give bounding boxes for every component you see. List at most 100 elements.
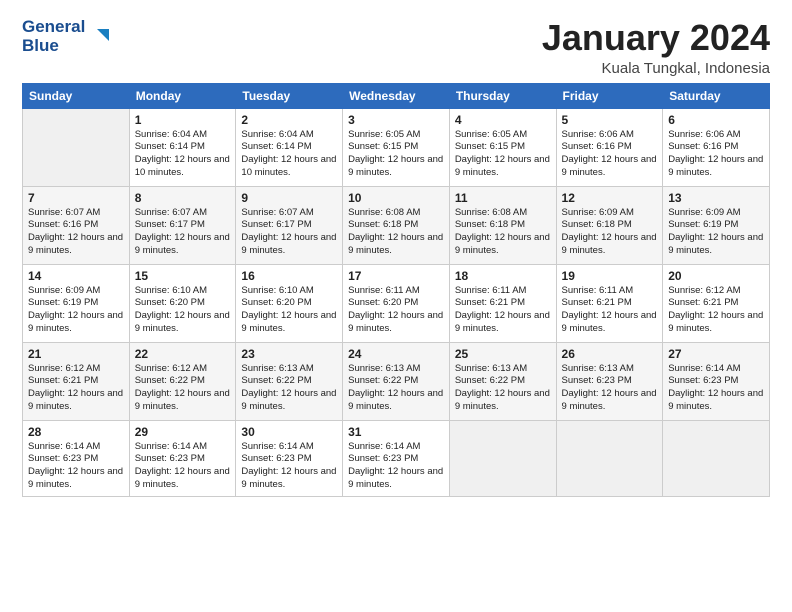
day-header-tuesday: Tuesday: [236, 83, 343, 108]
day-cell: 30 Sunrise: 6:14 AMSunset: 6:23 PMDayligh…: [236, 420, 343, 496]
day-cell: 31 Sunrise: 6:14 AMSunset: 6:23 PMDayligh…: [343, 420, 450, 496]
day-cell: 1 Sunrise: 6:04 AMSunset: 6:14 PMDaylight…: [129, 108, 236, 186]
day-cell: 26 Sunrise: 6:13 AMSunset: 6:23 PMDayligh…: [556, 342, 663, 420]
day-info: Sunrise: 6:04 AMSunset: 6:14 PMDaylight:…: [241, 129, 337, 180]
day-cell: 4 Sunrise: 6:05 AMSunset: 6:15 PMDaylight…: [449, 108, 556, 186]
day-cell: 22Sunrise: 6:12 AMSunset: 6:22 PMDayligh…: [129, 342, 236, 420]
day-info: Sunrise: 6:09 AMSunset: 6:19 PMDaylight:…: [28, 285, 124, 336]
day-info: Sunrise: 6:14 AMSunset: 6:23 PMDaylight:…: [135, 441, 231, 492]
day-number: 18: [455, 269, 551, 283]
page: General Blue January 2024 Kuala Tungkal,…: [0, 0, 792, 507]
day-info: Sunrise: 6:10 AMSunset: 6:20 PMDaylight:…: [241, 285, 337, 336]
day-cell: 19 Sunrise: 6:11 AMSunset: 6:21 PMDayligh…: [556, 264, 663, 342]
day-cell: 17 Sunrise: 6:11 AMSunset: 6:20 PMDayligh…: [343, 264, 450, 342]
day-number: 19: [562, 269, 658, 283]
day-number: 6: [668, 113, 764, 127]
day-header-wednesday: Wednesday: [343, 83, 450, 108]
day-info: Sunrise: 6:05 AMSunset: 6:15 PMDaylight:…: [455, 129, 551, 180]
day-number: 20: [668, 269, 764, 283]
day-cell: [663, 420, 770, 496]
day-number: 8: [135, 191, 231, 205]
day-info: Sunrise: 6:11 AMSunset: 6:21 PMDaylight:…: [562, 285, 658, 336]
day-cell: 25 Sunrise: 6:13 AMSunset: 6:22 PMDayligh…: [449, 342, 556, 420]
day-cell: 28Sunrise: 6:14 AMSunset: 6:23 PMDayligh…: [23, 420, 130, 496]
day-info: Sunrise: 6:11 AMSunset: 6:21 PMDaylight:…: [455, 285, 551, 336]
day-header-friday: Friday: [556, 83, 663, 108]
day-number: 16: [241, 269, 337, 283]
day-info: Sunrise: 6:04 AMSunset: 6:14 PMDaylight:…: [135, 129, 231, 180]
day-cell: 2 Sunrise: 6:04 AMSunset: 6:14 PMDaylight…: [236, 108, 343, 186]
day-info: Sunrise: 6:07 AMSunset: 6:17 PMDaylight:…: [135, 207, 231, 258]
day-number: 1: [135, 113, 231, 127]
day-number: 4: [455, 113, 551, 127]
day-info: Sunrise: 6:06 AMSunset: 6:16 PMDaylight:…: [668, 129, 764, 180]
day-info: Sunrise: 6:14 AMSunset: 6:23 PMDaylight:…: [348, 441, 444, 492]
day-cell: 6 Sunrise: 6:06 AMSunset: 6:16 PMDaylight…: [663, 108, 770, 186]
day-cell: 20 Sunrise: 6:12 AMSunset: 6:21 PMDayligh…: [663, 264, 770, 342]
header: General Blue January 2024 Kuala Tungkal,…: [22, 18, 770, 77]
day-number: 5: [562, 113, 658, 127]
day-number: 15: [135, 269, 231, 283]
day-number: 13: [668, 191, 764, 205]
day-number: 25: [455, 347, 551, 361]
day-info: Sunrise: 6:12 AMSunset: 6:21 PMDaylight:…: [28, 363, 124, 414]
day-info: Sunrise: 6:14 AMSunset: 6:23 PMDaylight:…: [668, 363, 764, 414]
week-row-5: 28 Sunrise: 6:14 AMSunset: 6:23 PMDayligh…: [23, 420, 770, 496]
day-info: Sunrise: 6:13 AMSunset: 6:22 PMDaylight:…: [348, 363, 444, 414]
day-info: Sunrise: 6:13 AMSunset: 6:22 PMDaylight:…: [241, 363, 337, 414]
day-cell: 21 Sunrise: 6:12 AMSunset: 6:21 PMDayligh…: [23, 342, 130, 420]
day-cell: 18 Sunrise: 6:11 AMSunset: 6:21 PMDayligh…: [449, 264, 556, 342]
day-header-saturday: Saturday: [663, 83, 770, 108]
day-cell: 10Sunrise: 6:08 AMSunset: 6:18 PMDayligh…: [343, 186, 450, 264]
day-cell: [556, 420, 663, 496]
day-number: 29: [135, 425, 231, 439]
day-cell: 13Sunrise: 6:09 AMSunset: 6:19 PMDayligh…: [663, 186, 770, 264]
day-cell: 27 Sunrise: 6:14 AMSunset: 6:23 PMDayligh…: [663, 342, 770, 420]
day-cell: 5 Sunrise: 6:06 AMSunset: 6:16 PMDaylight…: [556, 108, 663, 186]
day-cell: 15Sunrise: 6:10 AMSunset: 6:20 PMDayligh…: [129, 264, 236, 342]
logo: General Blue: [22, 18, 109, 55]
day-info: Sunrise: 6:07 AMSunset: 6:16 PMDaylight:…: [28, 207, 124, 258]
day-info: Sunrise: 6:06 AMSunset: 6:16 PMDaylight:…: [562, 129, 658, 180]
week-row-4: 21 Sunrise: 6:12 AMSunset: 6:21 PMDayligh…: [23, 342, 770, 420]
week-row-2: 7 Sunrise: 6:07 AMSunset: 6:16 PMDaylight…: [23, 186, 770, 264]
day-number: 31: [348, 425, 444, 439]
day-number: 21: [28, 347, 124, 361]
day-number: 17: [348, 269, 444, 283]
day-info: Sunrise: 6:14 AMSunset: 6:23 PMDaylight:…: [241, 441, 337, 492]
day-info: Sunrise: 6:09 AMSunset: 6:18 PMDaylight:…: [562, 207, 658, 258]
logo-text: General Blue: [22, 18, 85, 55]
day-number: 26: [562, 347, 658, 361]
day-info: Sunrise: 6:05 AMSunset: 6:15 PMDaylight:…: [348, 129, 444, 180]
day-cell: 24 Sunrise: 6:13 AMSunset: 6:22 PMDayligh…: [343, 342, 450, 420]
day-cell: 16 Sunrise: 6:10 AMSunset: 6:20 PMDayligh…: [236, 264, 343, 342]
day-cell: [449, 420, 556, 496]
day-number: 3: [348, 113, 444, 127]
day-number: 28: [28, 425, 124, 439]
day-info: Sunrise: 6:12 AMSunset: 6:22 PMDaylight:…: [135, 363, 231, 414]
day-number: 12: [562, 191, 658, 205]
day-number: 2: [241, 113, 337, 127]
day-number: 24: [348, 347, 444, 361]
day-number: 10: [348, 191, 444, 205]
day-number: 7: [28, 191, 124, 205]
day-cell: 8 Sunrise: 6:07 AMSunset: 6:17 PMDaylight…: [129, 186, 236, 264]
calendar-table: SundayMondayTuesdayWednesdayThursdayFrid…: [22, 83, 770, 497]
day-info: Sunrise: 6:07 AMSunset: 6:17 PMDaylight:…: [241, 207, 337, 258]
day-number: 27: [668, 347, 764, 361]
week-row-3: 14Sunrise: 6:09 AMSunset: 6:19 PMDayligh…: [23, 264, 770, 342]
day-cell: 23 Sunrise: 6:13 AMSunset: 6:22 PMDayligh…: [236, 342, 343, 420]
day-number: 11: [455, 191, 551, 205]
day-cell: 3 Sunrise: 6:05 AMSunset: 6:15 PMDaylight…: [343, 108, 450, 186]
day-cell: 14Sunrise: 6:09 AMSunset: 6:19 PMDayligh…: [23, 264, 130, 342]
day-number: 23: [241, 347, 337, 361]
day-number: 30: [241, 425, 337, 439]
day-info: Sunrise: 6:12 AMSunset: 6:21 PMDaylight:…: [668, 285, 764, 336]
day-info: Sunrise: 6:13 AMSunset: 6:22 PMDaylight:…: [455, 363, 551, 414]
day-info: Sunrise: 6:13 AMSunset: 6:23 PMDaylight:…: [562, 363, 658, 414]
title-block: January 2024 Kuala Tungkal, Indonesia: [542, 18, 770, 77]
day-info: Sunrise: 6:11 AMSunset: 6:20 PMDaylight:…: [348, 285, 444, 336]
day-info: Sunrise: 6:08 AMSunset: 6:18 PMDaylight:…: [455, 207, 551, 258]
header-row: SundayMondayTuesdayWednesdayThursdayFrid…: [23, 83, 770, 108]
day-number: 9: [241, 191, 337, 205]
